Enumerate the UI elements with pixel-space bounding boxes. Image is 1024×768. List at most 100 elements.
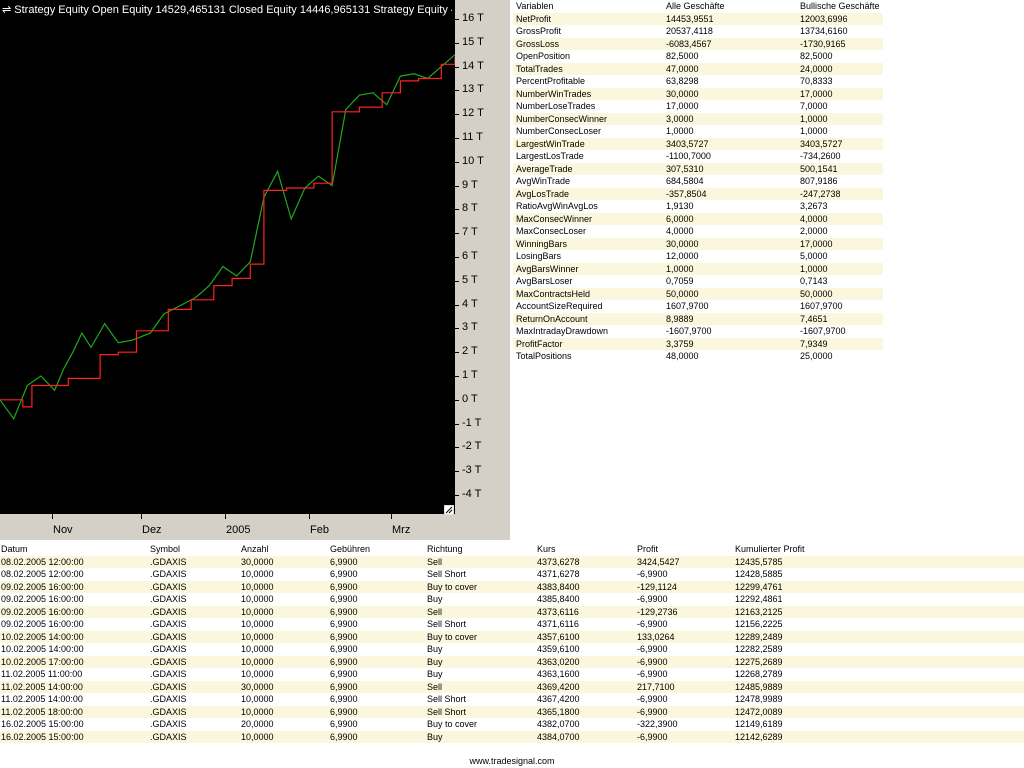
trade-cell: .GDAXIS xyxy=(150,694,187,704)
trade-row[interactable]: 09.02.2005 16:00:00 .GDAXIS 10,0000 6,9900 B… xyxy=(0,593,1024,606)
trade-cell: 11.02.2005 18:00:00 xyxy=(1,706,83,717)
trade-cell: -6,9900 xyxy=(637,594,668,604)
stats-row: ReturnOnAccount 8,9889 7,4651 xyxy=(513,312,883,325)
x-tick-label: Feb xyxy=(310,524,329,536)
y-tick-label: 12 T xyxy=(462,107,484,120)
equity-chart-svg xyxy=(0,54,455,421)
y-tick-mark xyxy=(455,257,459,258)
y-tick-mark xyxy=(455,280,459,282)
resize-corner-icon[interactable] xyxy=(444,505,454,515)
trade-row[interactable]: 09.02.2005 16:00:00 .GDAXIS 10,0000 6,9900 S… xyxy=(0,618,1024,631)
x-tick-mark xyxy=(225,514,226,519)
trade-cell: Buy to cover xyxy=(427,719,478,729)
stats-cell: 807,9186 xyxy=(800,176,838,186)
stats-cell: LosingBars xyxy=(516,251,562,261)
trade-row[interactable]: 11.02.2005 14:00:00 .GDAXIS 10,0000 6,9900 S… xyxy=(0,693,1024,706)
stats-cell: 50,0000 xyxy=(800,288,833,299)
trade-row[interactable]: 10.02.2005 14:00:00 .GDAXIS 10,0000 6,9900 B… xyxy=(0,630,1024,643)
stats-row: LargestWinTrade 3403,5727 3403,5727 xyxy=(513,137,883,150)
equity-chart-panel: ⇌ Strategy Equity Open Equity 14529,4651… xyxy=(0,0,510,540)
stats-row: NumberLoseTrades 17,0000 7,0000 xyxy=(513,100,883,113)
trade-row[interactable]: 10.02.2005 17:00:00 .GDAXIS 10,0000 6,9900 B… xyxy=(0,655,1024,668)
stats-cell: 20537,4118 xyxy=(666,26,713,36)
trade-cell: -6,9900 xyxy=(637,656,668,667)
trade-cell: 6,9900 xyxy=(330,669,358,679)
trade-cell: 6,9900 xyxy=(330,681,358,692)
stats-cell: 1,9130 xyxy=(666,201,694,211)
stats-cell: MaxConsecLoser xyxy=(516,226,587,236)
x-tick-mark xyxy=(141,514,142,519)
trade-cell: 4357,6100 xyxy=(537,631,580,642)
stats-cell: ProfitFactor xyxy=(516,338,563,349)
stats-cell: 1607,9700 xyxy=(666,301,709,311)
stats-cell: 1,0000 xyxy=(800,126,828,136)
trade-row[interactable]: 08.02.2005 12:00:00 .GDAXIS 10,0000 6,9900 S… xyxy=(0,568,1024,581)
stats-cell: 3403,5727 xyxy=(666,138,709,149)
trade-cell: 4385,8400 xyxy=(537,594,580,604)
y-tick-label: -4 T xyxy=(462,488,482,500)
stats-cell: NumberConsecWinner xyxy=(516,113,608,124)
trade-cell: 08.02.2005 12:00:00 xyxy=(1,556,84,567)
y-tick-mark xyxy=(455,209,459,211)
x-tick-mark xyxy=(309,514,310,519)
stats-row: LargestLosTrade -1100,7000 -734,2600 xyxy=(513,150,883,163)
trade-row[interactable]: 11.02.2005 11:00:00 .GDAXIS 10,0000 6,9900 B… xyxy=(0,668,1024,681)
stats-row: GrossLoss -6083,4567 -1730,9165 xyxy=(513,37,883,50)
y-tick-mark xyxy=(455,19,459,20)
trade-cell: Buy to cover xyxy=(427,631,478,642)
y-tick-label: 14 T xyxy=(462,59,484,72)
y-tick-label: 9 T xyxy=(462,178,478,191)
trade-cell: 12289,2489 xyxy=(735,631,783,642)
stats-cell: 30,0000 xyxy=(666,88,699,99)
trade-cell: 6,9900 xyxy=(330,706,358,717)
trade-cell: 10,0000 xyxy=(241,731,274,742)
trade-row[interactable]: 11.02.2005 18:00:00 .GDAXIS 10,0000 6,9900 S… xyxy=(0,705,1024,718)
trade-row[interactable]: 08.02.2005 12:00:00 .GDAXIS 30,0000 6,9900 S… xyxy=(0,555,1024,568)
footer-website-link[interactable]: www.tradesignal.com xyxy=(0,756,1024,766)
trade-row[interactable]: 09.02.2005 16:00:00 .GDAXIS 10,0000 6,9900 S… xyxy=(0,605,1024,618)
trade-cell: .GDAXIS xyxy=(150,594,187,604)
trade-cell: 10,0000 xyxy=(241,644,274,654)
trade-row[interactable]: 10.02.2005 14:00:00 .GDAXIS 10,0000 6,9900 B… xyxy=(0,643,1024,656)
trade-cell: 4363,1600 xyxy=(537,669,580,679)
trade-row[interactable]: 09.02.2005 16:00:00 .GDAXIS 10,0000 6,9900 B… xyxy=(0,580,1024,593)
stats-cell: 25,0000 xyxy=(800,351,833,361)
y-tick-mark xyxy=(455,185,459,187)
trade-cell: Buy xyxy=(427,731,443,742)
x-tick-label: Dez xyxy=(142,524,162,536)
trade-cell: Sell Short xyxy=(427,694,467,704)
stats-cell: 7,9349 xyxy=(800,338,828,349)
trade-cell: Buy xyxy=(427,656,443,667)
trade-cell: -6,9900 xyxy=(637,569,668,579)
trade-row[interactable]: 11.02.2005 14:00:00 .GDAXIS 30,0000 6,9900 S… xyxy=(0,680,1024,693)
trade-cell: .GDAXIS xyxy=(150,681,187,692)
y-tick-mark xyxy=(455,161,459,163)
stats-cell: MaxConsecWinner xyxy=(516,213,593,224)
stats-cell: 1,0000 xyxy=(800,113,828,124)
x-tick-label: Mrz xyxy=(392,524,411,536)
y-tick-mark xyxy=(455,42,459,44)
trade-cell: 10,0000 xyxy=(241,569,274,579)
trade-cell: 11.02.2005 14:00:00 xyxy=(1,681,83,692)
stats-cell: 24,0000 xyxy=(800,63,833,74)
stats-cell: 13734,6160 xyxy=(800,26,848,36)
stats-cell: 1,0000 xyxy=(666,263,694,274)
stats-row: LosingBars 12,0000 5,0000 xyxy=(513,250,883,263)
trade-cell: 12268,2789 xyxy=(735,669,783,679)
trade-cell: Buy to cover xyxy=(427,581,478,592)
stats-row: GrossProfit 20537,4118 13734,6160 xyxy=(513,25,883,38)
y-tick-mark xyxy=(455,114,459,116)
y-tick-label: 15 T xyxy=(462,35,484,48)
trade-row[interactable]: 16.02.2005 15:00:00 .GDAXIS 10,0000 6,9900 B… xyxy=(0,730,1024,743)
performance-stats-table: Variablen Alle Geschäfte Bullische Geschäf… xyxy=(513,0,883,363)
stats-cell: -1607,9700 xyxy=(800,326,846,336)
equity-plot-area[interactable]: ⇌ Strategy Equity Open Equity 14529,4651… xyxy=(0,0,455,514)
trade-row[interactable]: 16.02.2005 15:00:00 .GDAXIS 20,0000 6,9900 B… xyxy=(0,718,1024,731)
stats-cell: 8,9889 xyxy=(666,313,694,324)
stats-header-row: Variablen Alle Geschäfte Bullische Geschäf… xyxy=(513,0,883,13)
trades-header-cell: Anzahl xyxy=(241,544,269,554)
stats-cell: GrossLoss xyxy=(516,38,560,49)
trade-cell: 10.02.2005 14:00:00 xyxy=(1,644,84,654)
trade-cell: .GDAXIS xyxy=(150,556,187,567)
stats-cell: -6083,4567 xyxy=(666,38,712,49)
